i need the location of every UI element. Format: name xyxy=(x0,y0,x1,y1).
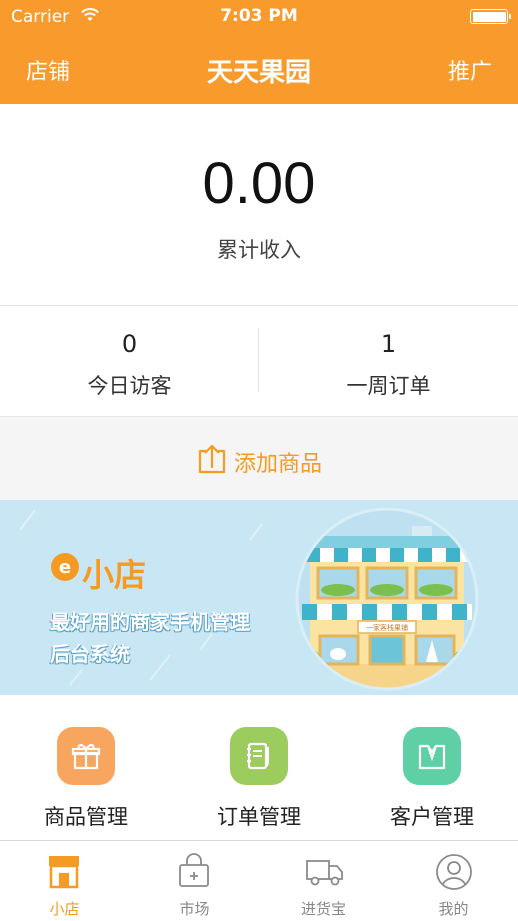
income-value: 0.00 xyxy=(202,151,316,216)
tab-market[interactable]: 市场 xyxy=(130,841,259,921)
shop-sign-text: 一家客栈果铺 xyxy=(366,623,408,632)
stat-value: 1 xyxy=(380,330,397,358)
shortcut-grid: 商品管理 订单管理 客户管理 xyxy=(0,695,518,840)
shop-icon xyxy=(46,853,82,893)
tab-shop[interactable]: 小店 xyxy=(0,841,129,921)
banner-brand: 小店 xyxy=(82,556,147,594)
truck-icon xyxy=(305,853,345,893)
stat-visitors-today[interactable]: 0 今日访客 xyxy=(0,306,259,416)
tab-label: 市场 xyxy=(179,900,210,918)
shortcut-product-management[interactable]: 商品管理 xyxy=(0,695,172,840)
shortcut-label: 商品管理 xyxy=(44,805,128,829)
bottom-tab-bar: 小店 市场 进货宝 我的 xyxy=(0,840,518,920)
battery-icon xyxy=(470,9,511,24)
promo-banner[interactable]: e 小店 最好用的商家手机管理 后台系统 一家客栈果铺 xyxy=(0,500,518,695)
user-icon xyxy=(435,853,473,895)
status-bar: Carrier 7:03 PM xyxy=(0,0,518,34)
shortcut-label: 订单管理 xyxy=(217,805,301,829)
banner-slogan-line2: 后台系统 xyxy=(50,642,130,666)
stat-label: 今日访客 xyxy=(87,374,172,398)
top-header: Carrier 7:03 PM 店铺 天天果园 推广 xyxy=(0,0,518,104)
shortcut-order-management[interactable]: 订单管理 xyxy=(173,695,345,840)
stat-orders-week[interactable]: 1 一周订单 xyxy=(259,306,518,416)
e-logo-icon: e xyxy=(50,552,80,586)
banner-slogan-line1: 最好用的商家手机管理 xyxy=(50,610,250,634)
shortcut-customer-management[interactable]: 客户管理 xyxy=(346,695,518,840)
stats-row: 0 今日访客 1 一周订单 xyxy=(0,306,518,416)
tab-label: 我的 xyxy=(438,900,469,918)
suit-icon xyxy=(403,727,461,785)
add-product-button[interactable]: 添加商品 xyxy=(0,416,518,500)
status-time: 7:03 PM xyxy=(220,6,298,26)
income-summary: 0.00 累计收入 xyxy=(0,104,518,306)
tab-label: 进货宝 xyxy=(300,900,346,918)
upload-icon xyxy=(196,443,228,481)
stat-value: 0 xyxy=(121,330,138,358)
nav-promote-button[interactable]: 推广 xyxy=(448,54,492,86)
e-logo-letter: e xyxy=(59,557,71,578)
storefront-illustration: 一家客栈果铺 xyxy=(292,506,482,695)
page-title: 天天果园 xyxy=(206,58,311,88)
tab-label: 小店 xyxy=(49,900,80,918)
add-product-label: 添加商品 xyxy=(233,452,322,477)
notebook-icon xyxy=(230,727,288,785)
income-label: 累计收入 xyxy=(217,238,301,262)
shortcut-label: 客户管理 xyxy=(390,805,474,829)
tab-me[interactable]: 我的 xyxy=(389,841,518,921)
gift-icon xyxy=(57,727,115,785)
tab-restock[interactable]: 进货宝 xyxy=(259,841,388,921)
shopping-bag-icon xyxy=(176,853,212,893)
stat-label: 一周订单 xyxy=(346,374,431,398)
